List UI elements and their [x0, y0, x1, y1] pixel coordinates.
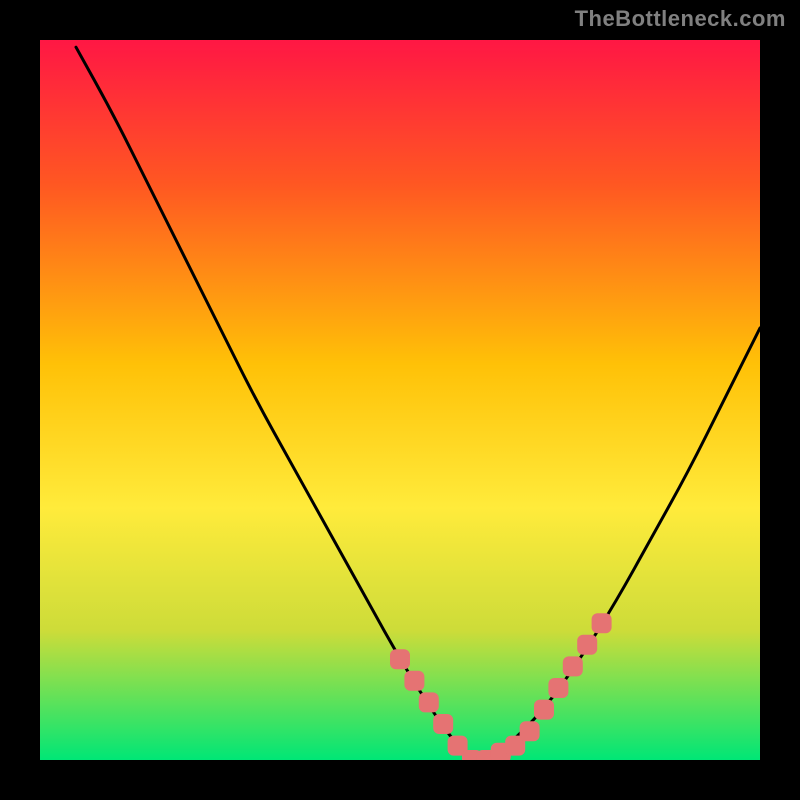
highlight-dot — [520, 721, 540, 741]
highlight-dot — [433, 714, 453, 734]
plot-area-wrapper — [40, 40, 760, 760]
highlight-dot — [404, 671, 424, 691]
highlight-dot — [592, 613, 612, 633]
highlight-dot — [419, 692, 439, 712]
bottleneck-chart — [40, 40, 760, 760]
highlight-dot — [390, 649, 410, 669]
highlight-dot — [534, 700, 554, 720]
highlight-dot — [563, 656, 583, 676]
chart-container: TheBottleneck.com — [0, 0, 800, 800]
watermark-text: TheBottleneck.com — [575, 6, 786, 32]
highlight-dot — [577, 635, 597, 655]
highlight-dot — [548, 678, 568, 698]
